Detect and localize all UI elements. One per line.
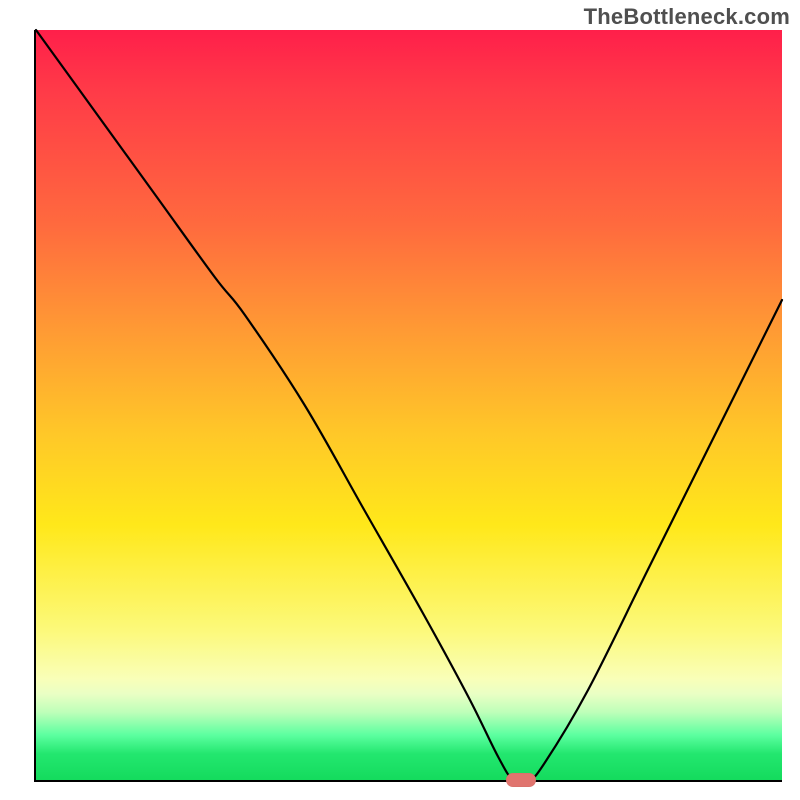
- chart-frame: TheBottleneck.com: [0, 0, 800, 800]
- watermark-text: TheBottleneck.com: [584, 4, 790, 30]
- plot-area: [34, 30, 782, 782]
- bottleneck-curve: [36, 30, 782, 780]
- bottleneck-curve-path: [36, 30, 782, 783]
